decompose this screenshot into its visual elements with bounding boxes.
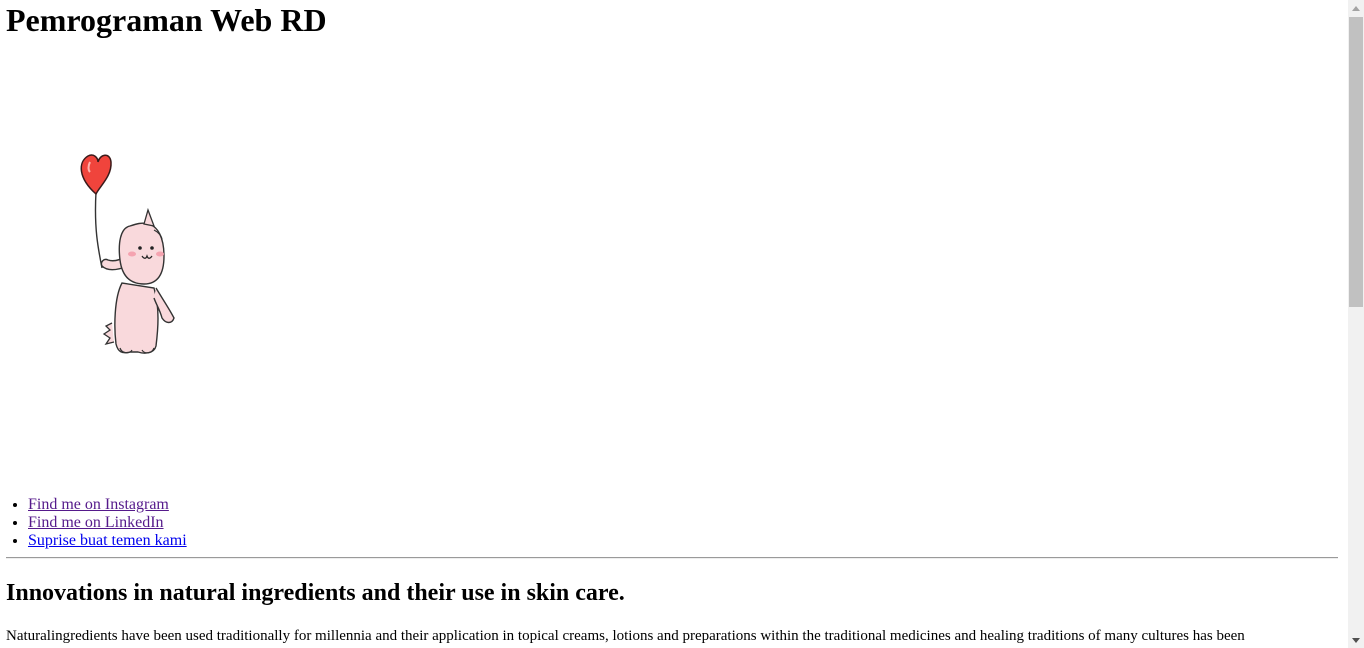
page: Pemrograman Web RD • Find me on Instagra… <box>0 0 1348 648</box>
article-heading: Innovations in natural ingredients and t… <box>6 580 625 606</box>
list-item: Suprise buat temen kami <box>28 532 187 550</box>
instagram-link[interactable]: Find me on Instagram <box>28 496 169 513</box>
article-paragraph: Naturalingredients have been used tradit… <box>6 628 1245 644</box>
hero-image <box>6 60 306 480</box>
vertical-scrollbar[interactable] <box>1348 0 1364 648</box>
up-arrow-icon[interactable] <box>1348 0 1364 16</box>
linkedin-link[interactable]: Find me on LinkedIn <box>28 514 164 531</box>
list-item: Find me on LinkedIn <box>28 514 187 532</box>
dino-balloon-illustration <box>80 154 175 354</box>
divider <box>6 557 1338 559</box>
list-item: Find me on Instagram <box>28 496 187 514</box>
scroll-thumb[interactable] <box>1349 17 1363 307</box>
surprise-link[interactable]: Suprise buat temen kami <box>28 532 187 549</box>
social-links-list: Find me on Instagram Find me on LinkedIn… <box>6 496 187 550</box>
down-arrow-icon[interactable] <box>1348 632 1364 648</box>
page-title: Pemrograman Web RD <box>6 2 327 38</box>
